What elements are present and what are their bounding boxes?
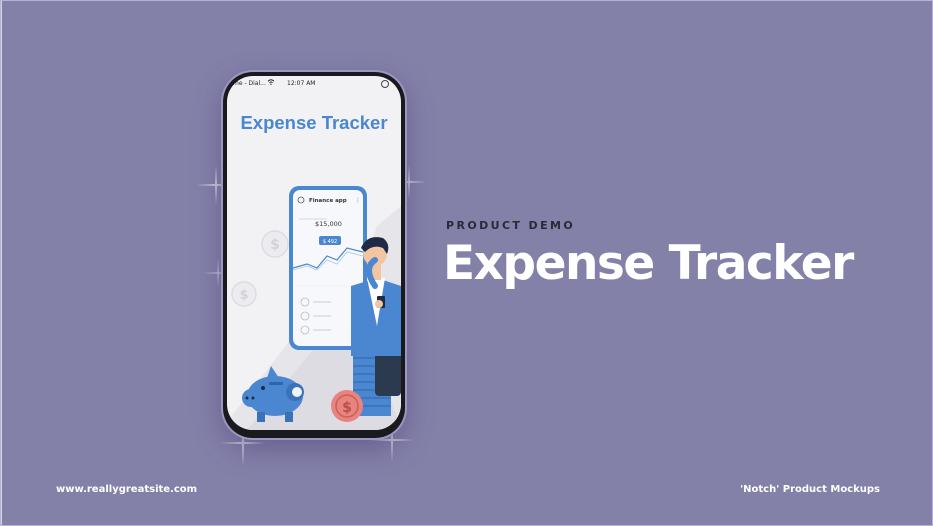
hero-headline: Expense Tracker <box>443 236 854 291</box>
status-time: 12:07 AM <box>287 80 316 87</box>
mini-app-title: Finance app <box>309 198 347 204</box>
product-demo-eyebrow: PRODUCT DEMO <box>446 219 576 232</box>
footer-caption: 'Notch' Product Mockups <box>740 484 880 495</box>
phone-screen: me - Dial... 12:07 AM Expense Tracker $ … <box>227 76 401 430</box>
dollar-coin-icon: $ <box>261 230 289 258</box>
dollar-coin-icon: $ <box>331 390 363 422</box>
wifi-icon <box>267 79 275 85</box>
svg-text:⋮: ⋮ <box>355 197 361 204</box>
website-link[interactable]: www.reallygreatsite.com <box>56 484 197 495</box>
battery-icon <box>381 80 389 88</box>
status-bar: me - Dial... 12:07 AM <box>227 76 401 90</box>
finance-illustration: $ $ Finance app ⋮ $15,000 $ 492 $ <box>227 186 401 430</box>
frame-edge <box>0 0 2 526</box>
mini-balance: $15,000 <box>315 220 342 228</box>
status-carrier: me - Dial... <box>233 80 266 87</box>
svg-text:$: $ <box>270 237 280 253</box>
phone-mockup: me - Dial... 12:07 AM Expense Tracker $ … <box>223 72 405 438</box>
svg-text:$: $ <box>342 400 352 416</box>
app-title: Expense Tracker <box>240 112 388 133</box>
mini-badge: $ 492 <box>323 239 337 245</box>
dollar-coin-icon: $ <box>231 281 257 307</box>
svg-text:$: $ <box>239 288 248 303</box>
